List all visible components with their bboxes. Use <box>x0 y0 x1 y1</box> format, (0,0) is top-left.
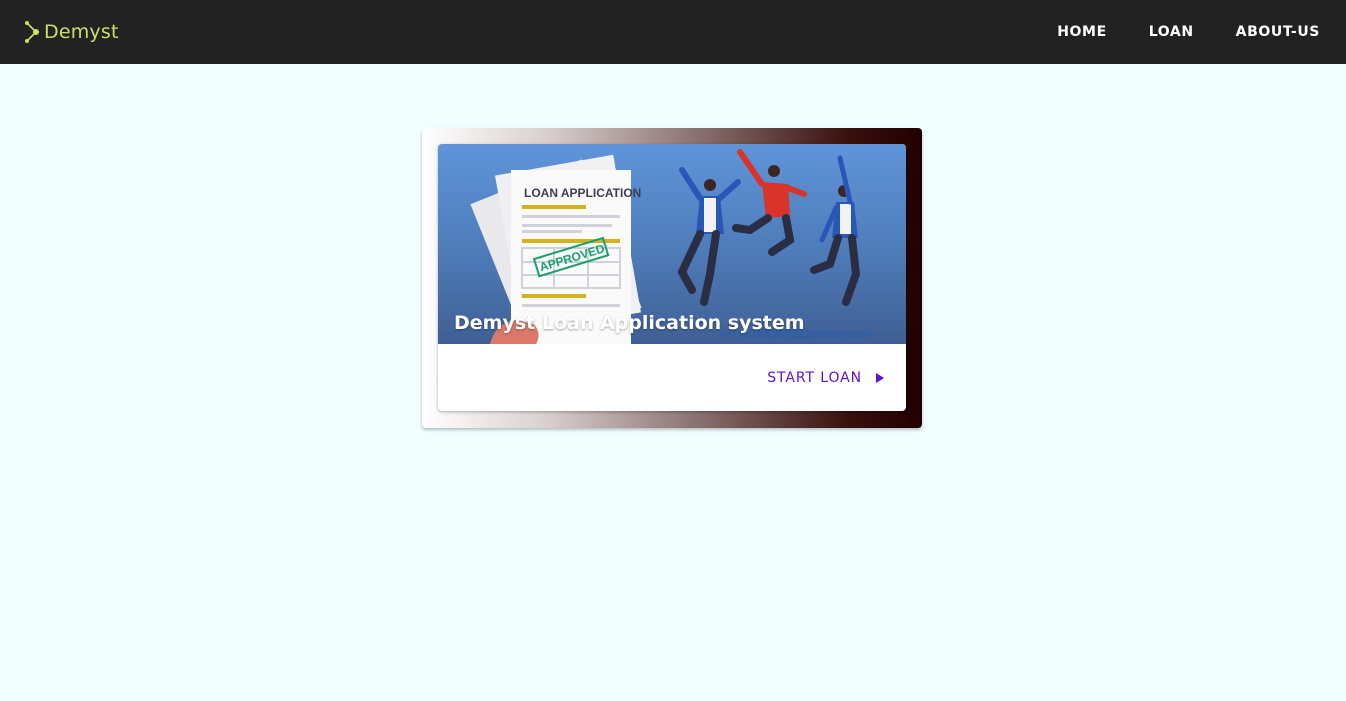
brand[interactable]: Demyst <box>24 0 119 64</box>
nav-links: HOME LOAN ABOUT-US <box>1057 0 1320 64</box>
demyst-logo-icon <box>25 21 39 43</box>
top-navbar: Demyst HOME LOAN ABOUT-US <box>0 0 1346 64</box>
nav-loan[interactable]: LOAN <box>1149 24 1194 40</box>
card-actions: START LOAN <box>438 344 906 411</box>
card-title: Demyst Loan Application system <box>454 312 805 334</box>
start-loan-label: START LOAN <box>767 369 862 386</box>
brand-name: Demyst <box>44 21 119 43</box>
card-container: LOAN APPLICATION APPROVED Demyst Loan Ap… <box>422 128 922 428</box>
person-middle <box>732 149 807 256</box>
nav-about-us[interactable]: ABOUT-US <box>1236 24 1320 40</box>
card-media: LOAN APPLICATION APPROVED Demyst Loan Ap… <box>438 144 906 344</box>
nav-home[interactable]: HOME <box>1057 24 1107 40</box>
doc-heading: LOAN APPLICATION <box>524 186 641 200</box>
loan-card: LOAN APPLICATION APPROVED Demyst Loan Ap… <box>438 144 906 411</box>
person-right <box>810 155 861 306</box>
person-left <box>677 167 741 306</box>
start-loan-button[interactable]: START LOAN <box>767 370 884 386</box>
play-arrow-icon <box>876 372 884 383</box>
